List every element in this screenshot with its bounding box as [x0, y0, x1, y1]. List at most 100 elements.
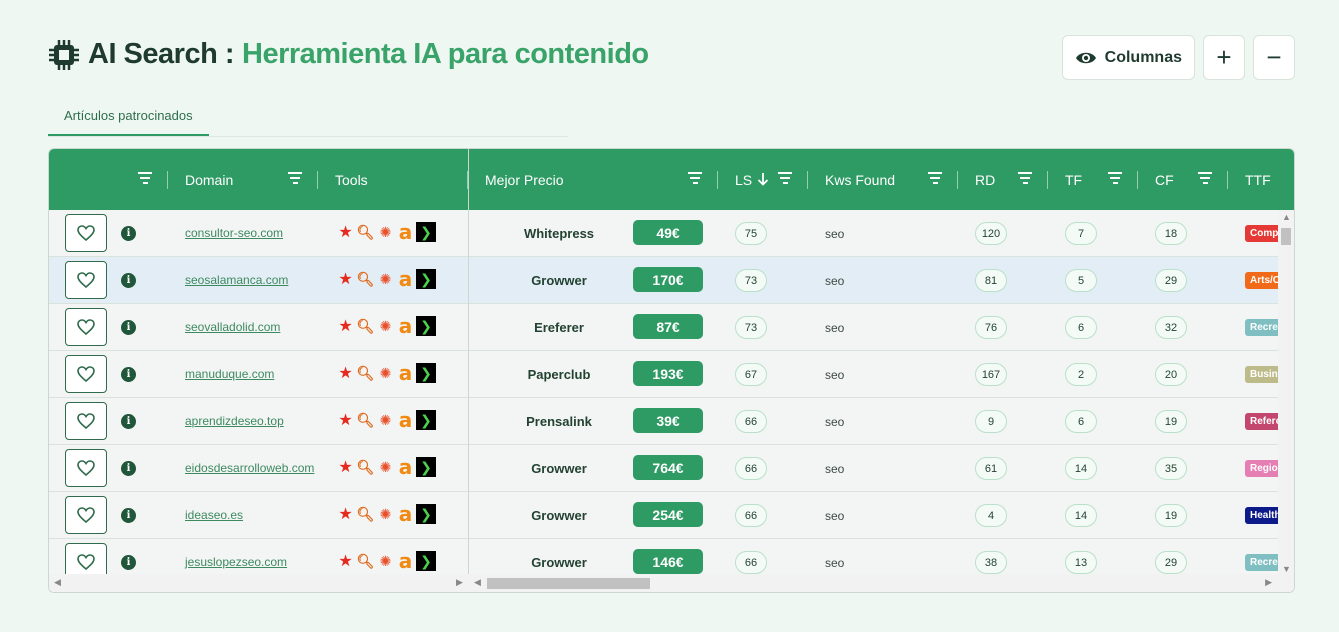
terminal-icon[interactable]: ❯ [416, 363, 436, 383]
magnifier-icon[interactable]: 🔍︎ [356, 222, 375, 242]
info-icon[interactable]: i [121, 320, 136, 335]
star-icon[interactable]: ★ [336, 504, 355, 524]
remove-button[interactable]: − [1253, 35, 1295, 80]
vertical-scroll-thumb[interactable] [1281, 228, 1291, 245]
vertical-scrollbar[interactable]: ▲ ▼ [1278, 210, 1294, 576]
domain-link[interactable]: consultor-seo.com [185, 226, 283, 240]
terminal-icon[interactable]: ❯ [416, 269, 436, 289]
price-badge[interactable]: 87€ [633, 314, 703, 339]
ahrefs-icon[interactable]: a [396, 220, 415, 244]
filter-icon[interactable] [687, 172, 703, 186]
col-ttf[interactable]: TTF [1245, 149, 1271, 210]
info-icon[interactable]: i [121, 273, 136, 288]
semrush-icon[interactable]: ✺ [376, 551, 395, 571]
table-row[interactable]: i seovalladolid.com ★ 🔍︎ ✺ a ❯ Ereferer 87€ 73 seo… [49, 304, 1294, 351]
col-price[interactable]: Mejor Precio [485, 149, 564, 210]
col-cf[interactable]: CF [1155, 149, 1174, 210]
col-tf[interactable]: TF [1065, 149, 1082, 210]
terminal-icon[interactable]: ❯ [416, 316, 436, 336]
col-tools[interactable]: Tools [335, 149, 368, 210]
semrush-icon[interactable]: ✺ [376, 222, 395, 242]
columns-button[interactable]: Columnas [1061, 35, 1195, 80]
filter-icon[interactable] [1197, 172, 1213, 186]
terminal-icon[interactable]: ❯ [416, 551, 436, 571]
ahrefs-icon[interactable]: a [396, 502, 415, 526]
favorite-button[interactable] [65, 402, 107, 440]
ahrefs-icon[interactable]: a [396, 408, 415, 432]
filter-icon[interactable] [1107, 172, 1123, 186]
terminal-icon[interactable]: ❯ [416, 457, 436, 477]
domain-link[interactable]: seosalamanca.com [185, 273, 288, 287]
table-row[interactable]: i jesuslopezseo.com ★ 🔍︎ ✺ a ❯ Growwer 146€ 66 seo… [49, 539, 1294, 576]
scroll-right-icon[interactable]: ▶ [456, 577, 463, 588]
table-row[interactable]: i consultor-seo.com ★ 🔍︎ ✺ a ❯ Whitepress 49€ 75 s… [49, 210, 1294, 257]
semrush-icon[interactable]: ✺ [376, 457, 395, 477]
tab-articulos-patrocinados[interactable]: Artículos patrocinados [48, 98, 209, 136]
sort-desc-icon[interactable] [757, 172, 769, 186]
domain-link[interactable]: seovalladolid.com [185, 320, 280, 334]
magnifier-icon[interactable]: 🔍︎ [356, 457, 375, 477]
price-badge[interactable]: 39€ [633, 408, 703, 433]
price-badge[interactable]: 193€ [633, 361, 703, 386]
horizontal-scrollbar[interactable]: ◀ ▶ ◀ ▶ [49, 574, 1294, 592]
domain-link[interactable]: aprendizdeseo.top [185, 414, 284, 428]
info-icon[interactable]: i [121, 367, 136, 382]
star-icon[interactable]: ★ [336, 363, 355, 383]
add-button[interactable]: + [1203, 35, 1245, 80]
scroll-left-icon[interactable]: ◀ [54, 577, 61, 588]
semrush-icon[interactable]: ✺ [376, 410, 395, 430]
magnifier-icon[interactable]: 🔍︎ [356, 410, 375, 430]
col-kws[interactable]: Kws Found [825, 149, 895, 210]
domain-link[interactable]: eidosdesarrolloweb.com [185, 461, 314, 475]
semrush-icon[interactable]: ✺ [376, 316, 395, 336]
horizontal-scroll-thumb[interactable] [487, 578, 650, 589]
star-icon[interactable]: ★ [336, 222, 355, 242]
magnifier-icon[interactable]: 🔍︎ [356, 316, 375, 336]
ahrefs-icon[interactable]: a [396, 549, 415, 573]
price-badge[interactable]: 254€ [633, 502, 703, 527]
terminal-icon[interactable]: ❯ [416, 504, 436, 524]
scroll-up-icon[interactable]: ▲ [1282, 212, 1291, 222]
star-icon[interactable]: ★ [336, 457, 355, 477]
favorite-button[interactable] [65, 355, 107, 393]
domain-link[interactable]: jesuslopezseo.com [185, 555, 287, 569]
col-rd[interactable]: RD [975, 149, 995, 210]
filter-icon[interactable] [137, 172, 153, 186]
price-badge[interactable]: 170€ [633, 267, 703, 292]
table-row[interactable]: i eidosdesarrolloweb.com ★ 🔍︎ ✺ a ❯ Growwer 764€… [49, 445, 1294, 492]
domain-link[interactable]: ideaseo.es [185, 508, 243, 522]
info-icon[interactable]: i [121, 508, 136, 523]
ahrefs-icon[interactable]: a [396, 314, 415, 338]
info-icon[interactable]: i [121, 461, 136, 476]
table-row[interactable]: i ideaseo.es ★ 🔍︎ ✺ a ❯ Growwer 254€ 66 seo 4 14 19 He… [49, 492, 1294, 539]
col-ls[interactable]: LS [735, 149, 752, 210]
scroll-down-icon[interactable]: ▼ [1282, 564, 1291, 574]
semrush-icon[interactable]: ✺ [376, 269, 395, 289]
ahrefs-icon[interactable]: a [396, 267, 415, 291]
semrush-icon[interactable]: ✺ [376, 363, 395, 383]
favorite-button[interactable] [65, 308, 107, 346]
table-row[interactable]: i aprendizdeseo.top ★ 🔍︎ ✺ a ❯ Prensalink 39€ 66 s… [49, 398, 1294, 445]
price-badge[interactable]: 146€ [633, 549, 703, 574]
filter-icon[interactable] [1017, 172, 1033, 186]
filter-icon[interactable] [777, 172, 793, 186]
ahrefs-icon[interactable]: a [396, 361, 415, 385]
scroll-left-icon[interactable]: ◀ [474, 577, 481, 588]
table-row[interactable]: i seosalamanca.com ★ 🔍︎ ✺ a ❯ Growwer 170€ 73 seo 8… [49, 257, 1294, 304]
star-icon[interactable]: ★ [336, 316, 355, 336]
star-icon[interactable]: ★ [336, 410, 355, 430]
price-badge[interactable]: 764€ [633, 455, 703, 480]
filter-icon[interactable] [287, 172, 303, 186]
favorite-button[interactable] [65, 214, 107, 252]
star-icon[interactable]: ★ [336, 551, 355, 571]
magnifier-icon[interactable]: 🔍︎ [356, 504, 375, 524]
filter-icon[interactable] [927, 172, 943, 186]
favorite-button[interactable] [65, 496, 107, 534]
magnifier-icon[interactable]: 🔍︎ [356, 269, 375, 289]
favorite-button[interactable] [65, 543, 107, 576]
favorite-button[interactable] [65, 449, 107, 487]
table-row[interactable]: i manuduque.com ★ 🔍︎ ✺ a ❯ Paperclub 193€ 67 seo 16… [49, 351, 1294, 398]
star-icon[interactable]: ★ [336, 269, 355, 289]
ahrefs-icon[interactable]: a [396, 455, 415, 479]
terminal-icon[interactable]: ❯ [416, 222, 436, 242]
